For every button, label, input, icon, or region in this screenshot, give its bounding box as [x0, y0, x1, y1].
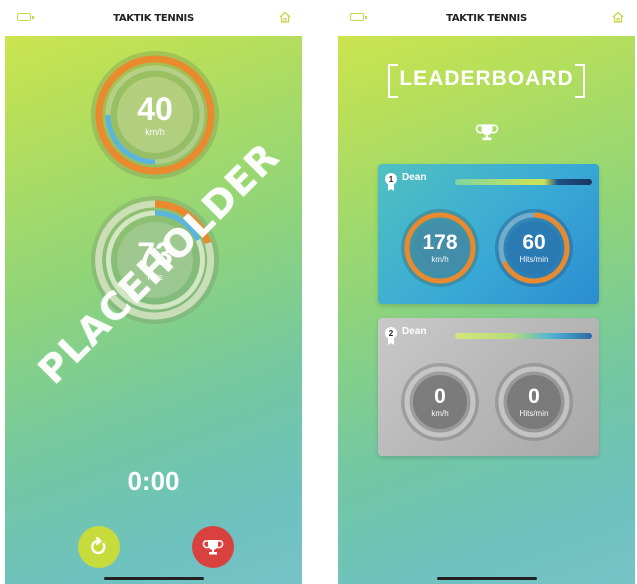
hits-value: 60	[522, 231, 546, 254]
restart-button[interactable]	[78, 526, 120, 568]
battery-icon	[17, 13, 34, 21]
trophy-icon	[202, 540, 224, 555]
status-bar: TAKTIK TENNIS	[5, 0, 302, 36]
hits-unit: Hits/min	[519, 409, 549, 418]
hits-gauge: 0 Hits/min	[494, 362, 574, 442]
speed-unit: km/h	[145, 127, 165, 137]
leaderboard-entry[interactable]: 2 Dean 0 km/h 0 Hits/min	[378, 318, 599, 456]
battery-icon	[350, 13, 367, 21]
speed-gauge: 40 km/h	[90, 50, 220, 180]
game-screen: TAKTIK TENNIS 40 km/h 73 Hits PLACEHOLDE…	[5, 0, 302, 584]
hits-gauge: 60 Hits/min	[494, 208, 574, 288]
ribbon-icon	[388, 184, 394, 191]
hits-unit: Hits/min	[519, 255, 549, 264]
speed-unit: km/h	[431, 255, 449, 264]
home-indicator	[436, 577, 537, 580]
hits-value: 0	[528, 385, 540, 408]
trophy-icon	[475, 124, 499, 141]
speed-gauge: 178 km/h	[400, 208, 480, 288]
leaderboard-button[interactable]	[192, 526, 234, 568]
status-bar: TAKTIK TENNIS	[338, 0, 635, 36]
speed-value: 40	[137, 91, 173, 127]
leaderboard-entry[interactable]: 1 Dean 178 km/h 60 Hits/min	[378, 164, 599, 304]
home-icon[interactable]	[278, 10, 292, 24]
speed-value: 178	[422, 231, 458, 254]
speed-gauge: 0 km/h	[400, 362, 480, 442]
speed-unit: km/h	[431, 409, 449, 418]
leaderboard-screen: TAKTIK TENNIS LEADERBOARD 1 Dean 178 km/…	[338, 0, 635, 584]
app-title: TAKTIK TENNIS	[446, 12, 527, 24]
leaderboard-title: LEADERBOARD	[399, 67, 574, 90]
restart-icon	[91, 536, 106, 555]
home-indicator	[103, 577, 204, 580]
player-name: Dean	[402, 172, 427, 183]
power-bar	[455, 333, 592, 339]
app-title: TAKTIK TENNIS	[113, 12, 194, 24]
power-bar	[455, 179, 592, 185]
player-name: Dean	[402, 326, 427, 337]
timer: 0:00	[127, 466, 180, 496]
ribbon-icon	[388, 338, 394, 345]
home-icon[interactable]	[611, 10, 625, 24]
speed-value: 0	[434, 385, 446, 408]
